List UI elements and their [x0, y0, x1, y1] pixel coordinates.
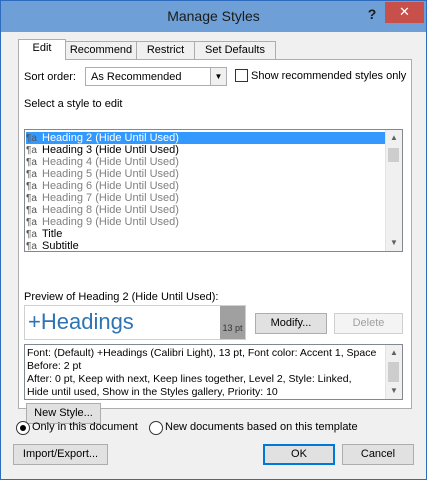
- scroll-thumb[interactable]: [388, 362, 399, 382]
- style-preview: +Headings 13 pt: [24, 305, 246, 340]
- style-label: Heading 8 (Hide Until Used): [42, 204, 179, 216]
- select-style-label: Select a style to edit: [24, 98, 123, 110]
- paragraph-style-icon: ¶a: [26, 241, 37, 252]
- style-label: Heading 5 (Hide Until Used): [42, 168, 179, 180]
- scroll-down-icon[interactable]: ▼: [386, 235, 402, 251]
- scroll-up-icon[interactable]: ▲: [386, 130, 402, 146]
- style-label: Heading 7 (Hide Until Used): [42, 192, 179, 204]
- scroll-up-icon[interactable]: ▲: [386, 345, 402, 361]
- description-scrollbar[interactable]: ▲ ▼: [385, 345, 402, 399]
- show-recommended-checkbox[interactable]: [235, 69, 248, 82]
- ok-button[interactable]: OK: [263, 444, 335, 465]
- style-label: Title: [42, 228, 63, 240]
- style-label: Heading 2 (Hide Until Used): [42, 132, 179, 144]
- import-export-button[interactable]: Import/Export...: [13, 444, 108, 465]
- tab-restrict[interactable]: Restrict: [136, 41, 195, 59]
- scroll-thumb[interactable]: [388, 148, 399, 162]
- list-item[interactable]: ¶a Title: [26, 228, 386, 240]
- cancel-button[interactable]: Cancel: [342, 444, 414, 465]
- list-item[interactable]: ¶a Heading 8 (Hide Until Used): [26, 204, 386, 216]
- modify-button[interactable]: Modify...: [255, 313, 327, 334]
- close-button[interactable]: ✕: [385, 2, 424, 23]
- preview-label: Preview of Heading 2 (Hide Until Used):: [24, 291, 219, 303]
- description-line: After: 0 pt, Keep with next, Keep lines …: [27, 373, 352, 385]
- description-line: Before: 2 pt: [27, 360, 82, 372]
- description-line: Hide until used, Show in the Styles gall…: [27, 386, 278, 398]
- description-line: Font: (Default) +Headings (Calibri Light…: [27, 347, 377, 359]
- only-this-document-radio[interactable]: [16, 421, 30, 435]
- style-list[interactable]: ¶a Heading 2 (Hide Until Used) ¶a Heading …: [24, 129, 403, 252]
- style-label: Heading 4 (Hide Until Used): [42, 156, 179, 168]
- preview-text: +Headings: [28, 309, 134, 334]
- dialog-body: Edit Recommend Restrict Set Defaults Sor…: [8, 32, 419, 472]
- chevron-down-icon[interactable]: ▼: [210, 68, 226, 85]
- tab-restrict-label: Restrict: [146, 44, 185, 56]
- list-item[interactable]: ¶a Heading 5 (Hide Until Used): [26, 168, 386, 180]
- manage-styles-dialog: Manage Styles ? ✕ Edit Recommend Restric…: [0, 0, 427, 480]
- list-item[interactable]: ¶a Heading 2 (Hide Until Used): [26, 132, 386, 144]
- sort-order-value: As Recommended: [91, 71, 182, 83]
- new-documents-label: New documents based on this template: [165, 421, 358, 433]
- tab-set-defaults[interactable]: Set Defaults: [194, 41, 276, 59]
- scroll-down-icon[interactable]: ▼: [386, 383, 402, 399]
- tab-edit[interactable]: Edit: [18, 39, 66, 60]
- style-list-scrollbar[interactable]: ▲ ▼: [385, 130, 402, 251]
- delete-button[interactable]: Delete: [334, 313, 403, 334]
- sort-order-select[interactable]: As Recommended ▼: [85, 67, 227, 86]
- tab-edit-label: Edit: [32, 42, 52, 54]
- only-this-document-label: Only in this document: [32, 421, 138, 433]
- title-bar[interactable]: Manage Styles ? ✕: [1, 1, 426, 32]
- list-item[interactable]: ¶a Heading 4 (Hide Until Used): [26, 156, 386, 168]
- new-documents-radio[interactable]: [149, 421, 163, 435]
- style-description[interactable]: Font: (Default) +Headings (Calibri Light…: [24, 344, 403, 400]
- list-item[interactable]: ¶a Heading 6 (Hide Until Used): [26, 180, 386, 192]
- style-label: Subtitle: [42, 240, 79, 252]
- style-label: Heading 6 (Hide Until Used): [42, 180, 179, 192]
- help-button[interactable]: ?: [359, 3, 385, 25]
- list-item[interactable]: ¶a Heading 3 (Hide Until Used): [26, 144, 386, 156]
- tab-set-defaults-label: Set Defaults: [205, 44, 265, 56]
- tab-recommend[interactable]: Recommend: [65, 41, 137, 59]
- list-item[interactable]: ¶a Heading 9 (Hide Until Used): [26, 216, 386, 228]
- show-recommended-label: Show recommended styles only: [251, 70, 407, 82]
- tab-recommend-label: Recommend: [69, 44, 133, 56]
- style-label: Heading 9 (Hide Until Used): [42, 216, 179, 228]
- list-item[interactable]: ¶a Subtitle: [26, 240, 386, 252]
- edit-tab-panel: Sort order: As Recommended ▼ Show recomm…: [18, 59, 412, 424]
- list-item[interactable]: ¶a Heading 7 (Hide Until Used): [26, 192, 386, 204]
- preview-size: 13 pt: [220, 306, 245, 339]
- style-label: Heading 3 (Hide Until Used): [42, 144, 179, 156]
- sort-order-label: Sort order:: [24, 71, 76, 83]
